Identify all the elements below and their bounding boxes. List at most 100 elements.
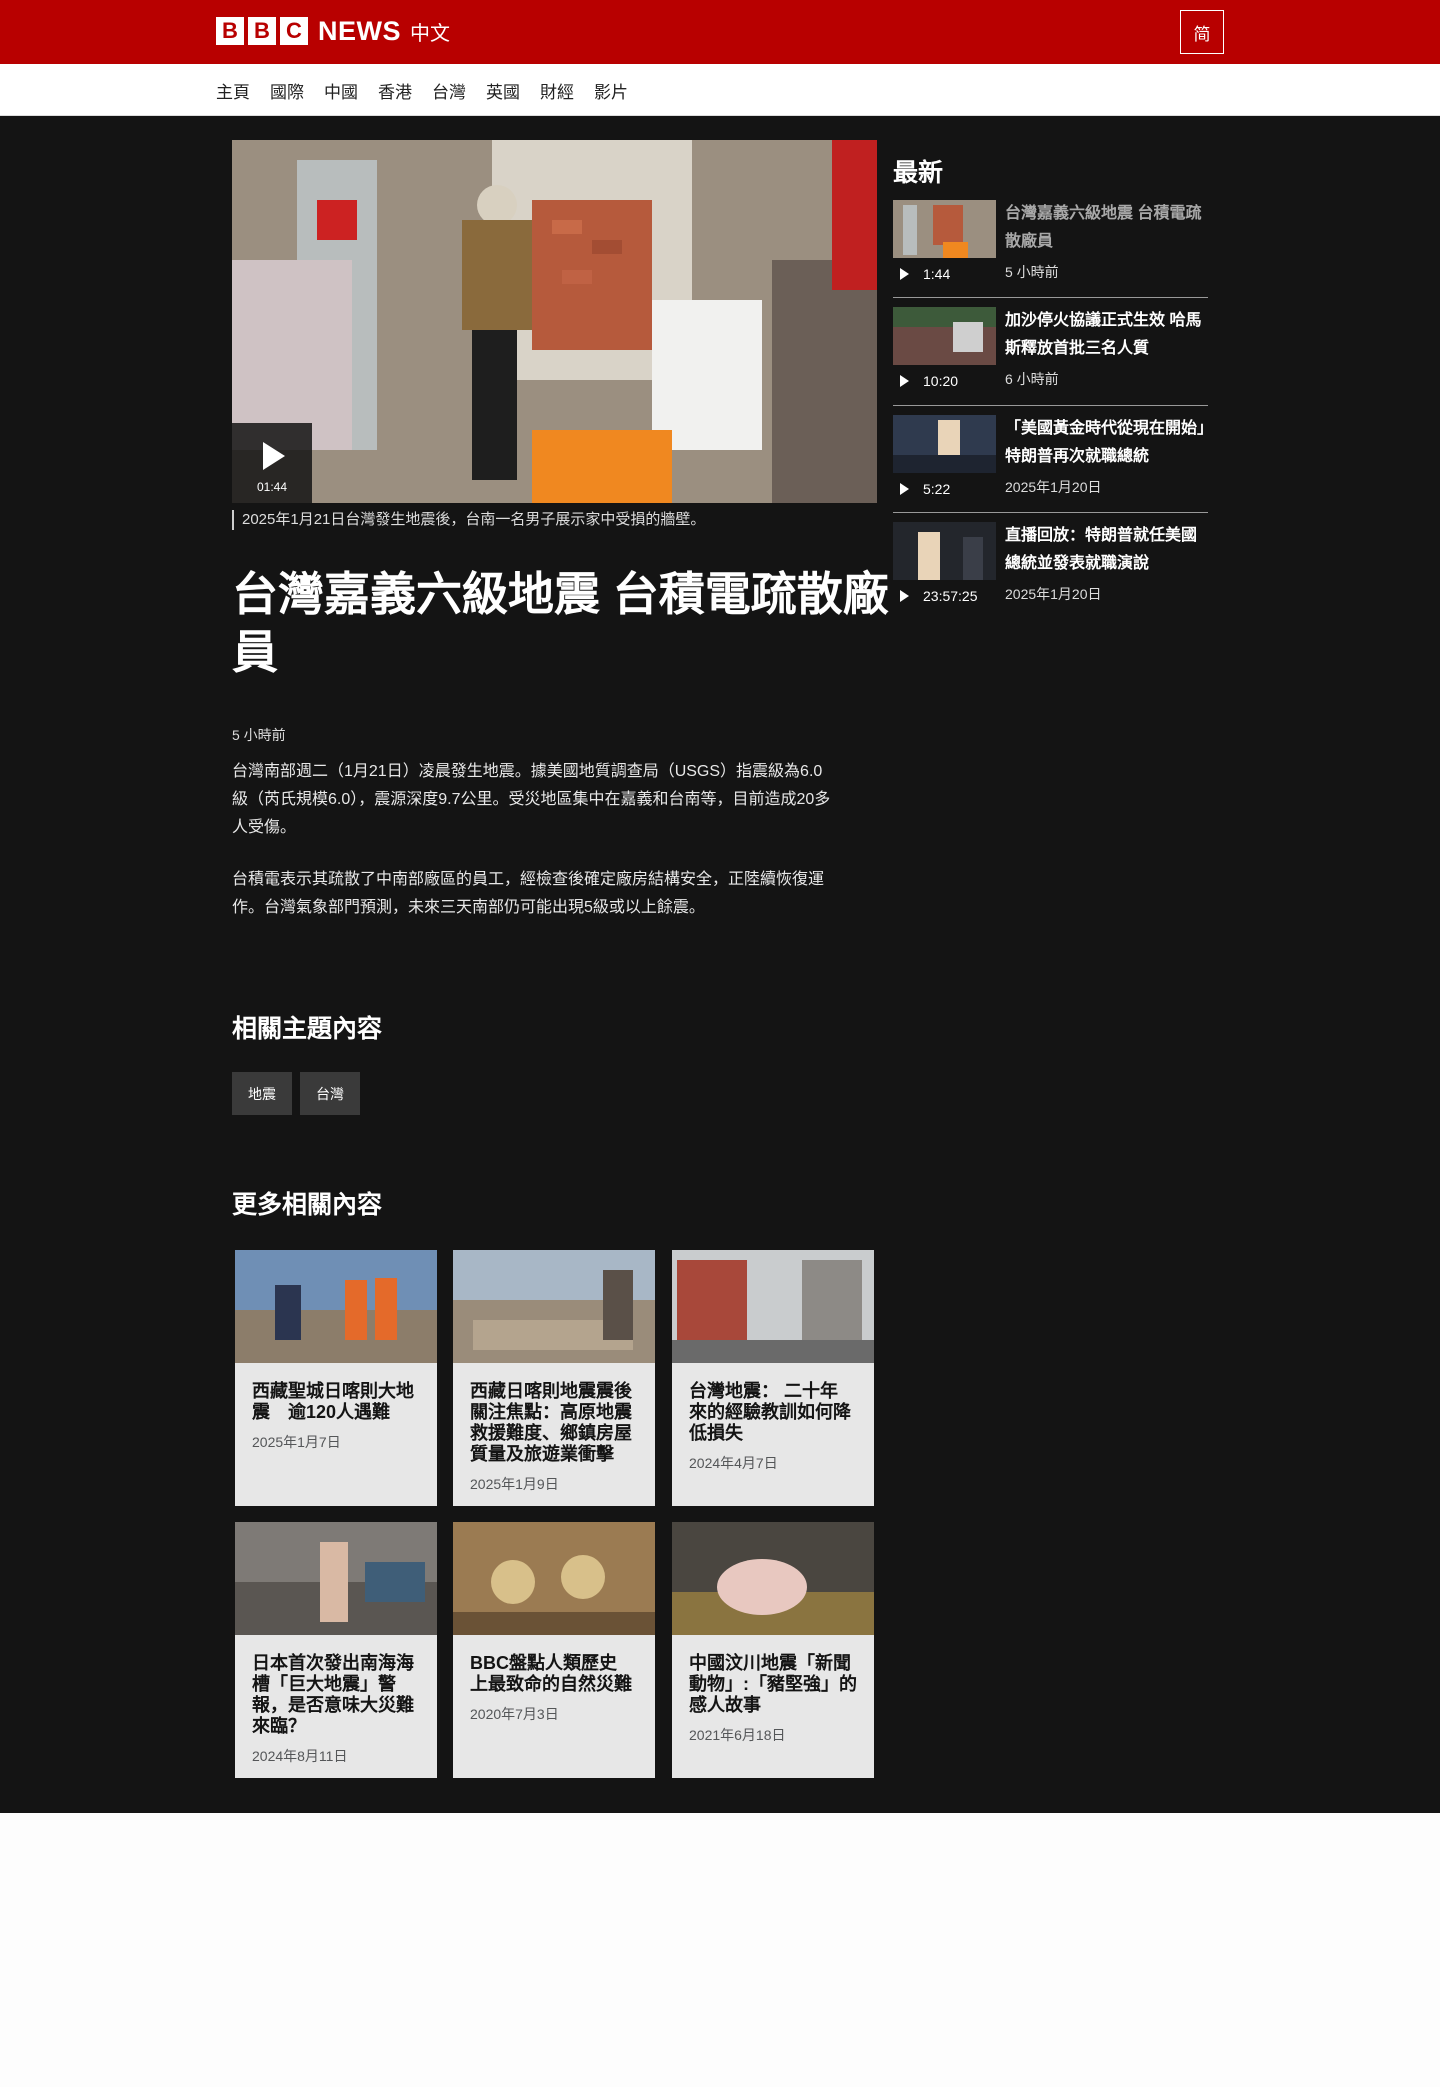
latest-item[interactable]: 10:20 加沙停火協議正式生效 哈馬 斯釋放首批三名人質 6 小時前 xyxy=(893,307,1208,407)
related-story-card[interactable]: 西藏日喀則地震震後 關注焦點：高原地震 救援難度、鄉鎮房屋 質量及旅遊業衝擊 2… xyxy=(453,1250,655,1506)
play-icon xyxy=(900,590,909,602)
video-duration: 01:44 xyxy=(256,480,288,494)
headline-line: 西藏聖城日喀則大地 xyxy=(252,1381,414,1401)
headline-line: 報，是否意味大災難 xyxy=(252,1695,414,1715)
image-caption: 2025年1月21日台灣發生地震後，台南一名男子展示家中受損的牆壁。 xyxy=(232,510,705,530)
related-story-card[interactable]: 日本首次發出南海海 槽「巨大地震」警 報，是否意味大災難 來臨？ 2024年8月… xyxy=(235,1522,437,1778)
article-timestamp: 5 小時前 xyxy=(232,727,286,743)
headline-line: 日本首次發出南海海 xyxy=(252,1653,414,1673)
paragraph-line: 級（芮氏規模6.0），震源深度9.7公里。受災地區集中在嘉義和台南等，目前造成2… xyxy=(232,791,831,808)
latest-heading: 最新 xyxy=(893,159,944,187)
latest-thumbnail xyxy=(893,522,996,580)
nav-item-taiwan[interactable]: 台灣 xyxy=(432,78,466,103)
headline-line: 總統並發表就職演說 xyxy=(1005,555,1150,572)
headline-line: 特朗普再次就職總統 xyxy=(1005,448,1150,465)
topic-tag-taiwan[interactable]: 台灣 xyxy=(300,1072,360,1115)
latest-thumbnail xyxy=(893,307,996,365)
nav-item-world[interactable]: 國際 xyxy=(270,78,304,103)
video-play-button[interactable]: 01:44 xyxy=(232,423,312,503)
duration-text: 10:20 xyxy=(923,373,959,389)
logo-letter: B xyxy=(248,17,276,45)
story-date: 2020年7月3日 xyxy=(470,1706,559,1722)
headline-line: 「美國黃金時代從現在開始」 xyxy=(1005,420,1214,437)
article-paragraph: 台灣南部週二（1月21日）凌晨發生地震。據美國地質調查局（USGS）指震級為6.… xyxy=(232,758,842,842)
logo-letter: B xyxy=(216,17,244,45)
headline-line: 震 逾120人遇難 xyxy=(252,1402,391,1422)
latest-thumbnail xyxy=(893,200,996,258)
nav-item-video[interactable]: 影片 xyxy=(594,78,628,103)
headline-line: 低損失 xyxy=(689,1423,743,1443)
headline-line: 台灣嘉義六級地震 台積電疏散廠 xyxy=(232,568,889,620)
latest-thumbnail xyxy=(893,415,996,473)
play-icon xyxy=(900,375,909,387)
story-headline: 日本首次發出南海海 槽「巨大地震」警 報，是否意味大災難 來臨？ xyxy=(252,1653,424,1737)
related-story-card[interactable]: BBC盤點人類歷史 上最致命的自然災難 2020年7月3日 xyxy=(453,1522,655,1778)
headline-line: 來臨？ xyxy=(252,1716,306,1736)
latest-item[interactable]: 5:22 「美國黃金時代從現在開始」 特朗普再次就職總統 2025年1月20日 xyxy=(893,415,1214,515)
headline-line: 台灣嘉義六級地震 台積電疏 xyxy=(1005,205,1202,222)
latest-headline: 台灣嘉義六級地震 台積電疏 散廠員 xyxy=(1005,200,1210,256)
story-thumbnail xyxy=(235,1250,437,1363)
divider xyxy=(893,297,1208,298)
paragraph-line: 台灣南部週二（1月21日）凌晨發生地震。據美國地質調查局（USGS）指震級為6.… xyxy=(232,763,823,780)
story-date: 2025年1月7日 xyxy=(252,1434,341,1450)
latest-date: 2025年1月20日 xyxy=(1005,479,1102,495)
latest-date: 5 小時前 xyxy=(1005,264,1059,280)
article-headline: 台灣嘉義六級地震 台積電疏散廠 員 xyxy=(232,565,892,681)
headline-line: 救援難度、鄉鎮房屋 xyxy=(470,1423,632,1443)
story-thumbnail xyxy=(672,1522,874,1635)
story-date: 2021年6月18日 xyxy=(689,1727,786,1743)
story-date: 2024年8月11日 xyxy=(252,1748,348,1764)
logo-language-text: 中文 xyxy=(410,22,450,45)
story-date: 2024年4月7日 xyxy=(689,1455,778,1471)
nav-item-business[interactable]: 財經 xyxy=(540,78,574,103)
nav-item-hongkong[interactable]: 香港 xyxy=(378,78,412,103)
nav-item-home[interactable]: 主頁 xyxy=(216,78,250,103)
story-headline: 西藏日喀則地震震後 關注焦點：高原地震 救援難度、鄉鎮房屋 質量及旅遊業衝擊 xyxy=(470,1381,642,1465)
related-story-card[interactable]: 西藏聖城日喀則大地 震 逾120人遇難 2025年1月7日 xyxy=(235,1250,437,1506)
headline-line: 台灣地震： 二十年 xyxy=(689,1381,839,1401)
related-story-card[interactable]: 中國汶川地震「新聞 動物」:「豬堅強」的 感人故事 2021年6月18日 xyxy=(672,1522,874,1778)
nav-item-china[interactable]: 中國 xyxy=(324,78,358,103)
topic-tag-earthquake[interactable]: 地震 xyxy=(232,1072,292,1115)
latest-date: 2025年1月20日 xyxy=(1005,586,1102,602)
play-icon xyxy=(900,483,909,495)
paragraph-line: 台積電表示其疏散了中南部廠區的員工，經檢查後確定廠房結構安全，正陸續恢復運 xyxy=(232,871,825,888)
story-headline: 西藏聖城日喀則大地 震 逾120人遇難 xyxy=(252,1381,424,1423)
duration-text: 1:44 xyxy=(923,266,951,282)
bbc-news-logo[interactable]: B B C NEWS 中文 xyxy=(216,16,450,46)
related-topics-heading: 相關主題內容 xyxy=(232,1015,383,1043)
latest-date: 6 小時前 xyxy=(1005,371,1059,387)
story-thumbnail xyxy=(235,1522,437,1635)
latest-headline: 加沙停火協議正式生效 哈馬 斯釋放首批三名人質 xyxy=(1005,307,1210,363)
paragraph-line: 作。台灣氣象部門預測，未來三天南部仍可能出現5級或以上餘震。 xyxy=(232,899,705,916)
latest-duration: 5:22 xyxy=(900,481,950,497)
headline-line: 槽「巨大地震」警 xyxy=(252,1674,396,1694)
latest-item[interactable]: 23:57:25 直播回放：特朗普就任美國 總統並發表就職演說 2025年1月2… xyxy=(893,522,1208,622)
headline-line: 關注焦點：高原地震 xyxy=(470,1402,632,1422)
article-paragraph: 台積電表示其疏散了中南部廠區的員工，經檢查後確定廠房結構安全，正陸續恢復運 作。… xyxy=(232,866,842,922)
story-thumbnail xyxy=(453,1522,655,1635)
headline-line: BBC盤點人類歷史 xyxy=(470,1653,617,1673)
latest-duration: 1:44 xyxy=(900,266,950,282)
divider xyxy=(893,405,1208,406)
nav-item-uk[interactable]: 英國 xyxy=(486,78,520,103)
section-nav: 主頁 國際 中國 香港 台灣 英國 財經 影片 xyxy=(0,64,1440,116)
play-icon xyxy=(900,268,909,280)
story-date: 2025年1月9日 xyxy=(470,1476,559,1492)
latest-duration: 10:20 xyxy=(900,373,958,389)
story-headline: 台灣地震： 二十年 來的經驗教訓如何降 低損失 xyxy=(689,1381,861,1444)
duration-text: 23:57:25 xyxy=(923,588,978,604)
play-icon xyxy=(263,442,285,470)
headline-line: 西藏日喀則地震震後 xyxy=(470,1381,632,1401)
hero-video-image[interactable] xyxy=(232,140,877,503)
paragraph-line: 人受傷。 xyxy=(232,819,297,836)
story-headline: 中國汶川地震「新聞 動物」:「豬堅強」的 感人故事 xyxy=(689,1653,861,1716)
simplified-chinese-toggle-button[interactable]: 简 xyxy=(1180,10,1224,54)
related-story-card[interactable]: 台灣地震： 二十年 來的經驗教訓如何降 低損失 2024年4月7日 xyxy=(672,1250,874,1506)
story-thumbnail xyxy=(453,1250,655,1363)
latest-item[interactable]: 1:44 台灣嘉義六級地震 台積電疏 散廠員 5 小時前 xyxy=(893,200,1208,300)
latest-headline: 直播回放：特朗普就任美國 總統並發表就職演說 xyxy=(1005,522,1210,578)
logo-news-text: NEWS xyxy=(318,15,401,46)
headline-line: 中國汶川地震「新聞 xyxy=(689,1653,851,1673)
